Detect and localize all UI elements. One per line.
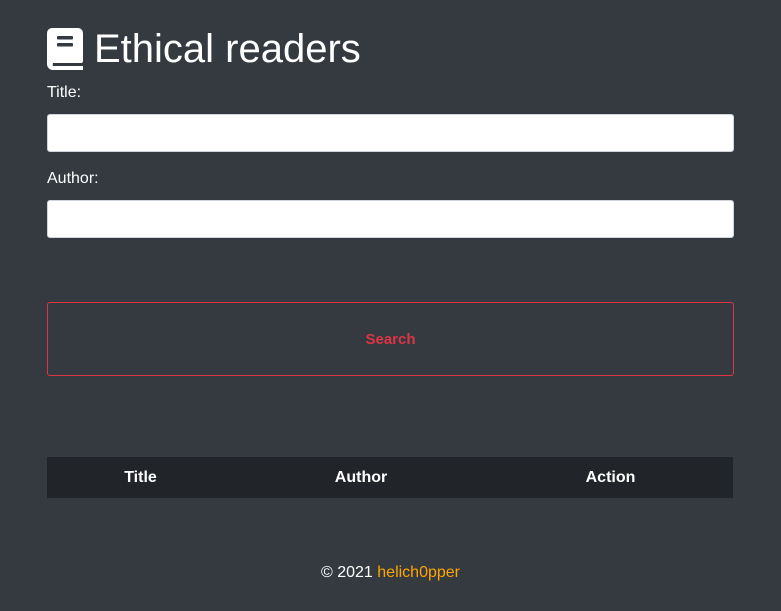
results-table: Title Author Action bbox=[47, 457, 733, 498]
page-title: Ethical readers bbox=[94, 27, 361, 71]
column-header-action: Action bbox=[585, 468, 636, 486]
title-label: Title: bbox=[47, 84, 82, 101]
author-input[interactable] bbox=[47, 200, 734, 238]
copyright-text: © 2021 bbox=[320, 564, 373, 581]
column-header-author: Author bbox=[334, 468, 388, 486]
author-link[interactable]: helich0pper bbox=[377, 564, 460, 581]
footer: © 2021 helich0pper bbox=[0, 564, 781, 582]
book-icon bbox=[47, 28, 83, 70]
page-header: Ethical readers bbox=[47, 26, 361, 72]
author-label: Author: bbox=[47, 170, 99, 187]
column-header-title: Title bbox=[124, 468, 157, 486]
title-input[interactable] bbox=[47, 114, 734, 152]
table-header: Title Author Action bbox=[47, 457, 733, 498]
search-button[interactable]: Search bbox=[47, 302, 734, 376]
table-header-row: Title Author Action bbox=[47, 457, 733, 498]
